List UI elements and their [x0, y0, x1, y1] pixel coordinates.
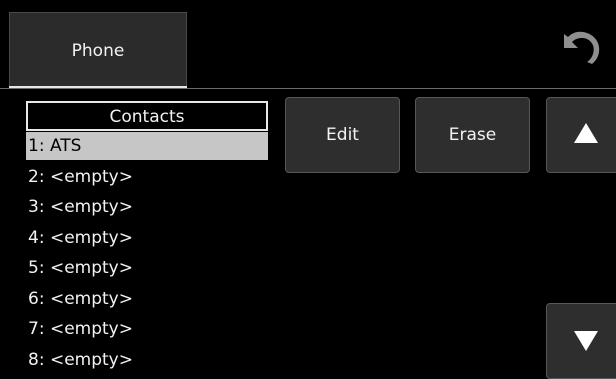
contact-item[interactable]: 6: <empty>: [26, 285, 268, 316]
tab-phone[interactable]: Phone: [9, 12, 187, 88]
scroll-down-button[interactable]: [546, 303, 616, 379]
contacts-title: Contacts: [26, 101, 268, 131]
contact-item[interactable]: 4: <empty>: [26, 224, 268, 255]
contact-item[interactable]: 5: <empty>: [26, 254, 268, 285]
top-bar: Phone: [0, 0, 616, 89]
edit-button-label: Edit: [326, 125, 359, 145]
contact-item[interactable]: 7: <empty>: [26, 315, 268, 346]
tab-phone-label: Phone: [71, 40, 125, 61]
contact-item[interactable]: 2: <empty>: [26, 163, 268, 194]
triangle-up-icon: [572, 121, 600, 150]
contacts-list[interactable]: 1: ATS 2: <empty> 3: <empty> 4: <empty> 5: <…: [26, 132, 268, 376]
contact-item[interactable]: 3: <empty>: [26, 193, 268, 224]
contact-item[interactable]: 1: ATS: [26, 132, 268, 160]
edit-button[interactable]: Edit: [285, 97, 400, 173]
erase-button[interactable]: Erase: [415, 97, 530, 173]
triangle-down-icon: [572, 327, 600, 356]
scroll-up-button[interactable]: [546, 97, 616, 173]
back-arrow-icon: [558, 26, 606, 70]
contact-item[interactable]: 8: <empty>: [26, 346, 268, 377]
erase-button-label: Erase: [448, 125, 497, 145]
back-button[interactable]: [552, 22, 612, 74]
